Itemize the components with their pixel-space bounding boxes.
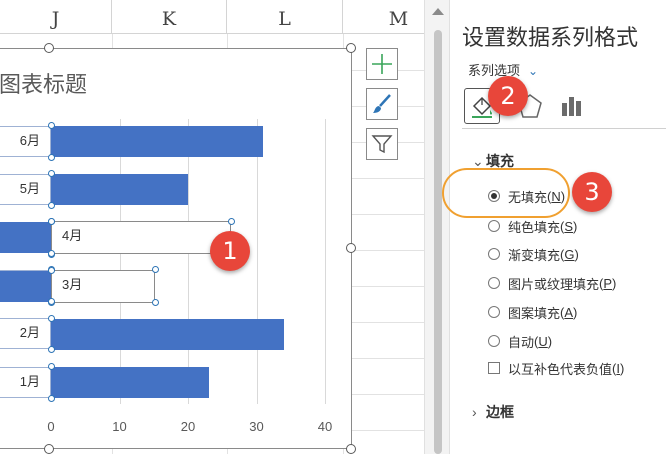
option-accesskey: S [564,218,574,234]
option-label: 以互补色代表负值 [508,361,613,377]
callout-badge-1: 1 [210,231,250,271]
option-accesskey: A [564,304,574,320]
selection-handle[interactable] [47,249,55,257]
column-header-m[interactable]: M [343,0,424,34]
selection-handle[interactable] [47,363,55,370]
option-invert-if-negative[interactable]: 以互补色代表负值(I) [488,358,624,378]
resize-handle[interactable] [44,444,54,454]
scrollbar-thumb[interactable] [434,30,442,454]
filter-icon [371,135,393,154]
scroll-up-icon[interactable] [432,8,444,15]
selection-handle[interactable] [227,217,235,225]
bar-chart-icon [562,97,581,116]
option-accesskey: G [564,246,575,262]
spreadsheet-area[interactable]: J K L M 图表标题 0102030406月5月4月4月3月3月2月1月 [0,0,424,454]
fill-section-label: 填充 [486,153,514,169]
radio-button[interactable] [488,220,500,232]
category-label[interactable]: 1月 [0,366,51,398]
selection-handle[interactable] [47,314,55,322]
option-accesskey: P [603,275,613,291]
x-tick-label: 0 [47,419,55,434]
divider [462,128,666,129]
chart-bar[interactable] [51,367,209,398]
plot-area[interactable]: 0102030406月5月4月4月3月3月2月1月 [0,49,353,450]
checkbox[interactable] [488,362,500,374]
column-header-k[interactable]: K [112,0,227,34]
chart-gridline [325,119,326,404]
chart-bar[interactable] [0,222,51,254]
chart-filters-button[interactable] [366,128,398,160]
column-header-j[interactable]: J [0,0,112,34]
selection-handle[interactable] [47,298,55,306]
category-label[interactable]: 5月 [0,173,51,205]
selection-handle[interactable] [47,394,55,402]
option-accesskey: U [538,333,548,349]
option-pattern-fill[interactable]: 图案填充(A) [488,302,577,322]
option-gradient-fill[interactable]: 渐变填充(G) [488,244,579,264]
radio-button[interactable] [488,190,500,202]
chart-bar[interactable] [0,270,51,302]
option-label: 图案填充 [508,305,561,321]
chart-area[interactable]: 图表标题 0102030406月5月4月4月3月3月2月1月 [0,48,352,449]
selection-handle[interactable] [47,153,55,161]
option-label: 渐变填充 [508,247,561,263]
selection-handle[interactable] [151,266,159,274]
selection-handle[interactable] [151,299,159,307]
chevron-right-icon: › [472,404,477,420]
x-tick-label: 10 [112,419,127,434]
category-label[interactable]: 6月 [0,125,51,157]
column-header-row: J K L M [0,0,424,34]
resize-handle[interactable] [346,43,356,53]
selection-handle[interactable] [47,218,55,226]
chart-bar[interactable] [51,174,188,206]
selection-handle[interactable] [47,122,55,129]
option-no-fill[interactable]: 无填充(N) [488,186,565,206]
option-accesskey: I [616,360,620,376]
resize-handle[interactable] [44,43,54,53]
option-label: 图片或纹理填充 [508,276,600,292]
selection-handle[interactable] [47,170,55,178]
radio-button[interactable] [488,277,500,289]
border-section-header[interactable]: › 边框 [472,402,514,422]
callout-badge-2: 2 [488,76,528,116]
plus-icon [372,54,392,74]
option-accesskey: N [551,188,561,204]
radio-button[interactable] [488,306,500,318]
resize-handle[interactable] [346,444,356,454]
selection-handle[interactable] [47,346,55,354]
radio-button[interactable] [488,335,500,347]
option-label: 自动 [508,334,535,350]
resize-handle[interactable] [346,243,356,253]
radio-button[interactable] [488,248,500,260]
category-label[interactable]: 2月 [0,318,51,350]
callout-badge-3: 3 [572,172,612,212]
vertical-scrollbar[interactable] [424,0,450,454]
chart-gridline [256,119,258,404]
option-solid-fill[interactable]: 纯色填充(S) [488,216,577,236]
selection-handle[interactable] [47,201,55,209]
border-section-label: 边框 [486,404,514,420]
x-tick-label: 30 [249,419,264,434]
chart-bar[interactable] [51,126,264,157]
option-label: 无填充 [508,189,548,205]
x-tick-label: 40 [317,419,333,434]
format-data-series-pane: 设置数据系列格式 系列选项 ⌄ 2 ⌄ 填充 无填充(N) 纯色填充(S) 渐变… [442,0,666,454]
pane-title: 设置数据系列格式 [462,26,639,51]
chart-elements-button[interactable] [366,48,398,80]
chart-gridline [119,119,121,404]
option-label: 纯色填充 [508,219,561,235]
chart-gridline [188,119,189,404]
tab-series-options[interactable] [554,88,590,124]
chevron-down-icon: ⌄ [528,64,539,78]
column-header-l[interactable]: L [227,0,343,34]
chart-bar[interactable] [51,318,284,350]
brush-icon [373,94,391,113]
chart-styles-button[interactable] [366,88,398,120]
x-tick-label: 20 [180,419,196,434]
option-automatic[interactable]: 自动(U) [488,331,552,351]
data-label[interactable]: 3月 [51,269,155,303]
data-label[interactable]: 4月 [51,221,231,255]
option-picture-fill[interactable]: 图片或纹理填充(P) [488,273,616,293]
selection-handle[interactable] [47,266,55,274]
